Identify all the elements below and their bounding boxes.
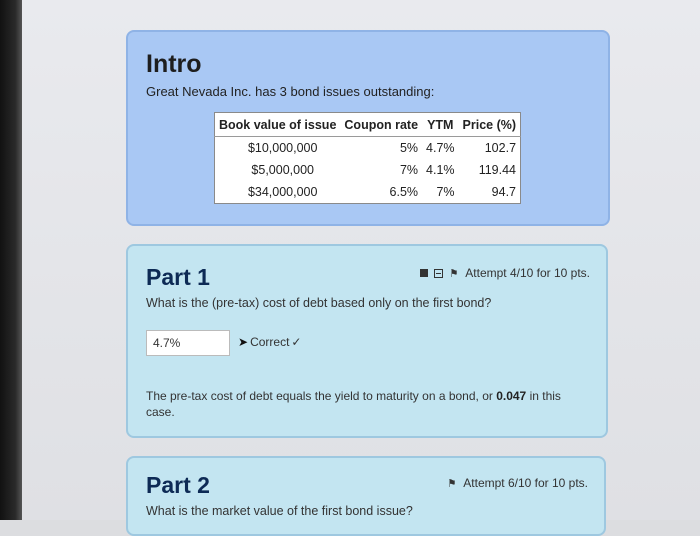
table-cell-book-value: $10,000,000 [247, 141, 318, 155]
table-cell-coupon-rate: 6.5% [389, 185, 419, 199]
flag-icon[interactable]: ⚑ [450, 267, 459, 280]
table-header-book-value: Book value of issue [214, 112, 341, 137]
flag-icon[interactable]: ⚑ [448, 477, 457, 490]
table-row: $34,000,000 6.5% 7% 94.7 [215, 181, 521, 204]
part1-question: What is the (pre-tax) cost of debt based… [146, 296, 492, 310]
part1-attempt-text: Attempt 4/10 for 10 pts. [465, 266, 590, 280]
part1-attempt-row: ⚑ Attempt 4/10 for 10 pts. [420, 266, 590, 280]
table-cell-price: 94.7 [491, 185, 517, 199]
part1-status: ➤ Correct ✓ [238, 335, 301, 349]
part2-title: Part 2 [146, 472, 210, 498]
intro-description: Great Nevada Inc. has 3 bond issues outs… [146, 84, 435, 99]
part1-title: Part 1 [146, 264, 210, 290]
part2-card: Part 2 ⚑ Attempt 6/10 for 10 pts. What i… [126, 456, 606, 536]
explanation-text: The pre-tax cost of debt equals the yiel… [146, 389, 497, 403]
table-cell-ytm: 7% [436, 185, 455, 199]
page: Intro Great Nevada Inc. has 3 bond issue… [22, 0, 700, 536]
part1-card: Part 1 ⚑ Attempt 4/10 for 10 pts. What i… [126, 244, 608, 438]
table-header-coupon-rate: Coupon rate [340, 112, 423, 137]
table-cell-price: 102.7 [484, 141, 517, 155]
part1-status-text: Correct [250, 335, 290, 349]
part1-answer-input[interactable]: 4.7% [146, 330, 230, 356]
part2-attempt-text: Attempt 6/10 for 10 pts. [463, 476, 588, 490]
stop-icon[interactable] [420, 269, 429, 277]
table-cell-book-value: $34,000,000 [247, 185, 318, 199]
table-row: $10,000,000 5% 4.7% 102.7 [215, 137, 521, 160]
intro-card: Intro Great Nevada Inc. has 3 bond issue… [126, 30, 610, 226]
table-cell-price: 119.44 [478, 163, 517, 177]
explanation-value: 0.047 [496, 389, 527, 403]
table-cell-coupon-rate: 5% [399, 141, 419, 155]
table-row: $5,000,000 7% 4.1% 119.44 [215, 159, 521, 181]
intro-title: Intro [146, 50, 202, 78]
table-cell-ytm: 4.1% [426, 163, 455, 177]
part2-attempt-row: ⚑ Attempt 6/10 for 10 pts. [447, 476, 588, 490]
mouse-cursor-icon: ➤ [238, 335, 249, 349]
part1-explanation: The pre-tax cost of debt equals the yiel… [146, 388, 586, 420]
table-header-row: Book value of issue Coupon rate YTM Pric… [214, 112, 521, 137]
table-cell-coupon-rate: 7% [399, 163, 419, 177]
check-icon: ✓ [291, 335, 302, 349]
table-cell-book-value: $5,000,000 [251, 163, 314, 177]
table-header-price: Price (%) [458, 112, 521, 137]
part2-question: What is the market value of the first bo… [146, 504, 413, 518]
left-edge-strip [0, 0, 22, 520]
table-header-ytm: YTM [422, 112, 459, 137]
bond-table: Book value of issue Coupon rate YTM Pric… [214, 112, 522, 204]
notes-icon[interactable] [434, 268, 444, 278]
table-cell-ytm: 4.7% [426, 141, 455, 155]
